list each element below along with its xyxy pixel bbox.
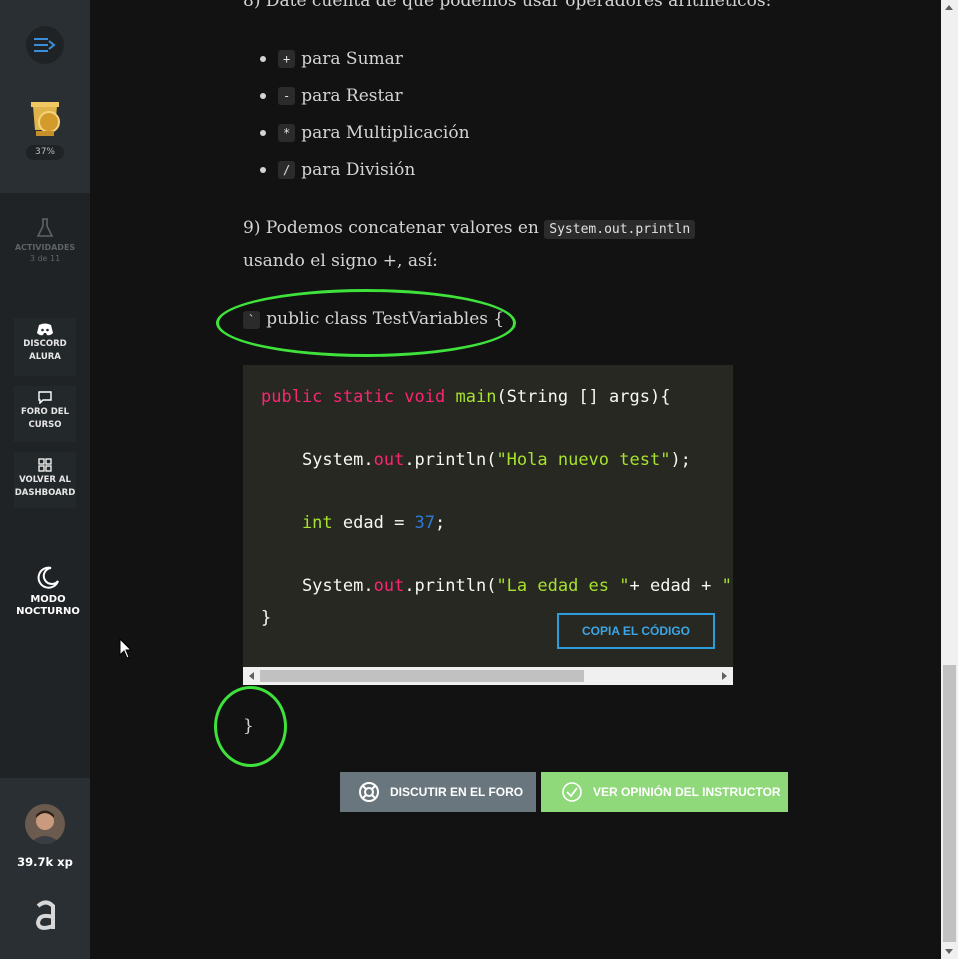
highlight-circle — [214, 686, 287, 767]
code-block: public static void main(String [] args){… — [243, 365, 733, 667]
discuss-in-forum-label: DISCUTIR EN EL FORO — [390, 785, 524, 799]
night-mode-label-1: MODO — [30, 594, 66, 605]
course-forum-link[interactable]: FORO DEL CURSO — [14, 386, 76, 442]
activities-label: ACTIVIDADES — [14, 243, 76, 252]
operator-code: - — [278, 87, 296, 105]
flask-icon — [37, 218, 53, 237]
moon-icon — [37, 566, 59, 589]
night-mode-label-2: NOCTURNO — [16, 606, 80, 617]
check-circle-icon — [562, 782, 582, 802]
inline-code: System.out.println — [544, 220, 696, 239]
dashboard-label-2: DASHBOARD — [14, 488, 76, 498]
code-horizontal-scrollbar[interactable] — [243, 667, 733, 685]
scroll-up-icon[interactable] — [945, 5, 953, 10]
scroll-left-icon[interactable] — [249, 672, 254, 680]
activities-link[interactable]: ACTIVIDADES 3 de 11 — [0, 218, 90, 264]
list-item: - para Restar — [260, 85, 403, 107]
progress-percentage: 37% — [26, 145, 64, 160]
night-mode-toggle[interactable]: MODO NOCTURNO — [0, 566, 96, 618]
view-instructor-opinion-button[interactable]: VER OPINIÓN DEL INSTRUCTOR — [541, 772, 788, 812]
discord-label-1: DISCORD — [23, 339, 67, 349]
back-to-dashboard-link[interactable]: VOLVER AL DASHBOARD — [14, 452, 76, 508]
lifebuoy-icon — [359, 782, 379, 802]
code-line: public static void main(String [] args){ — [261, 387, 671, 407]
operator-text: para Multiplicación — [301, 123, 470, 143]
operator-text: para División — [301, 160, 416, 180]
discord-icon — [37, 323, 53, 336]
alura-logo-icon[interactable] — [33, 897, 59, 935]
operator-text: para Sumar — [301, 49, 403, 69]
operator-code: * — [278, 124, 296, 142]
scrollbar-thumb[interactable] — [260, 670, 584, 682]
scroll-down-icon[interactable] — [945, 949, 953, 954]
discuss-in-forum-button[interactable]: DISCUTIR EN EL FORO — [340, 772, 536, 812]
copy-code-button[interactable]: COPIA EL CÓDIGO — [557, 613, 715, 649]
menu-arrow-icon — [34, 38, 56, 52]
xp-counter: 39.7k xp — [17, 855, 73, 869]
list-item: + para Sumar — [260, 48, 403, 70]
sidebar: 37% ACTIVIDADES 3 de 11 DISCORD ALURA FO… — [0, 0, 90, 959]
code-line: } — [261, 608, 272, 628]
code-line: System.out.println("La edad es "+ edad +… — [261, 576, 733, 596]
step-9-continuation: usando el signo +, así: — [243, 251, 438, 271]
user-avatar[interactable] — [25, 804, 65, 844]
step-8-text: 8) Date cuenta de que podemos usar opera… — [243, 0, 772, 11]
dashboard-label-1: VOLVER AL — [19, 475, 71, 485]
forum-label-1: FORO DEL — [20, 407, 70, 417]
discord-alura-link[interactable]: DISCORD ALURA — [14, 318, 76, 376]
bullet — [260, 93, 266, 99]
scrollbar-thumb[interactable] — [943, 665, 956, 942]
bullet — [260, 130, 266, 136]
dashboard-grid-icon — [38, 458, 52, 472]
chat-bubble-icon — [38, 391, 52, 404]
bullet — [260, 167, 266, 173]
bullet — [260, 56, 266, 62]
page-vertical-scrollbar[interactable] — [941, 0, 958, 959]
step-9-paragraph: 9) Podemos concatenar valores en System.… — [243, 218, 696, 239]
discord-label-2: ALURA — [29, 352, 61, 362]
activities-count: 3 de 11 — [29, 254, 61, 263]
mouse-cursor-icon — [119, 638, 133, 659]
forum-label-2: CURSO — [28, 420, 62, 430]
operator-text: para Restar — [301, 86, 403, 106]
list-item: * para Multiplicación — [260, 122, 470, 144]
code-line: int edad = 37; — [261, 513, 446, 533]
course-progress-trophy-icon[interactable] — [27, 100, 63, 138]
step-9-text: 9) Podemos concatenar valores en — [243, 218, 539, 238]
list-item: / para División — [260, 159, 415, 181]
view-instructor-opinion-label: VER OPINIÓN DEL INSTRUCTOR — [593, 785, 781, 799]
code-line: System.out.println("Hola nuevo test"); — [261, 450, 691, 470]
highlight-ellipse — [216, 289, 516, 357]
collapse-menu-button[interactable] — [26, 26, 64, 64]
operator-code: + — [278, 50, 296, 68]
operator-code: / — [278, 161, 296, 179]
scroll-right-icon[interactable] — [722, 672, 727, 680]
